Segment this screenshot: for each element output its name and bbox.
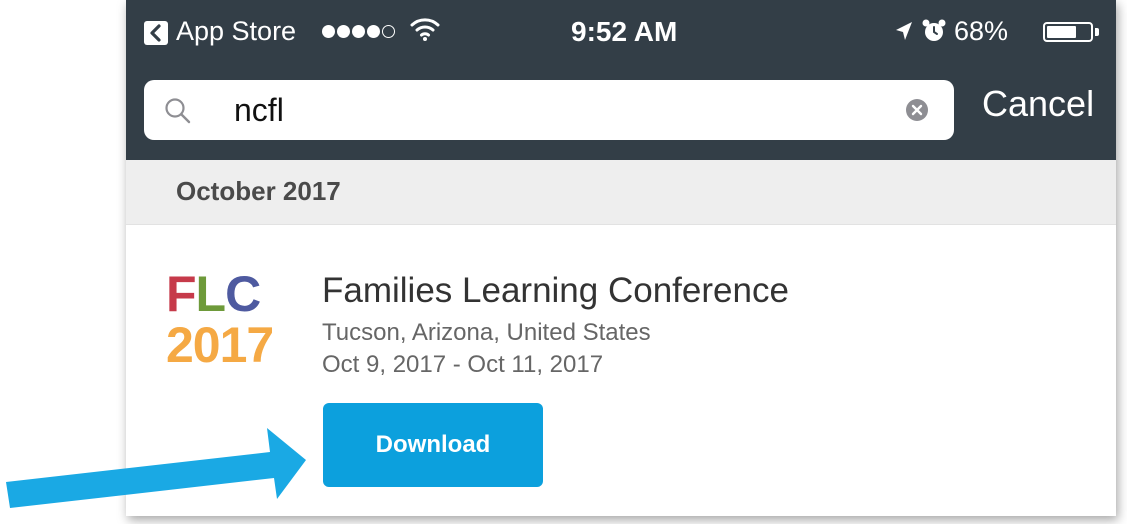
- search-bar: Cancel: [126, 68, 1116, 160]
- cancel-button[interactable]: Cancel: [982, 82, 1094, 126]
- status-bar: App Store 9:52 AM 68%: [126, 0, 1116, 68]
- logo-letters: FLC: [166, 266, 261, 322]
- battery-tip: [1095, 28, 1099, 36]
- download-button[interactable]: Download: [323, 403, 543, 487]
- back-to-app-icon[interactable]: [144, 21, 168, 45]
- clear-search-icon[interactable]: [906, 99, 928, 121]
- search-field[interactable]: [144, 80, 954, 140]
- conference-location: Tucson, Arizona, United States: [322, 319, 651, 346]
- section-title: October 2017: [176, 176, 341, 206]
- battery-icon: [1043, 22, 1093, 42]
- conference-logo: FLC 2017: [166, 267, 286, 377]
- section-header: October 2017: [126, 160, 1116, 225]
- alarm-clock-icon: [922, 19, 946, 41]
- signal-strength-icon: [322, 25, 397, 39]
- logo-year: 2017: [166, 317, 274, 373]
- conference-title[interactable]: Families Learning Conference: [322, 270, 789, 312]
- wifi-icon: [410, 18, 440, 41]
- pointer-arrow-annotation: [6, 428, 306, 508]
- search-input[interactable]: [234, 90, 884, 130]
- location-arrow-icon: [896, 22, 912, 40]
- status-time: 9:52 AM: [571, 16, 678, 47]
- conference-dates: Oct 9, 2017 - Oct 11, 2017: [322, 351, 604, 378]
- search-icon: [165, 98, 191, 124]
- back-app-label[interactable]: App Store: [176, 14, 296, 48]
- battery-percent: 68%: [954, 16, 1009, 46]
